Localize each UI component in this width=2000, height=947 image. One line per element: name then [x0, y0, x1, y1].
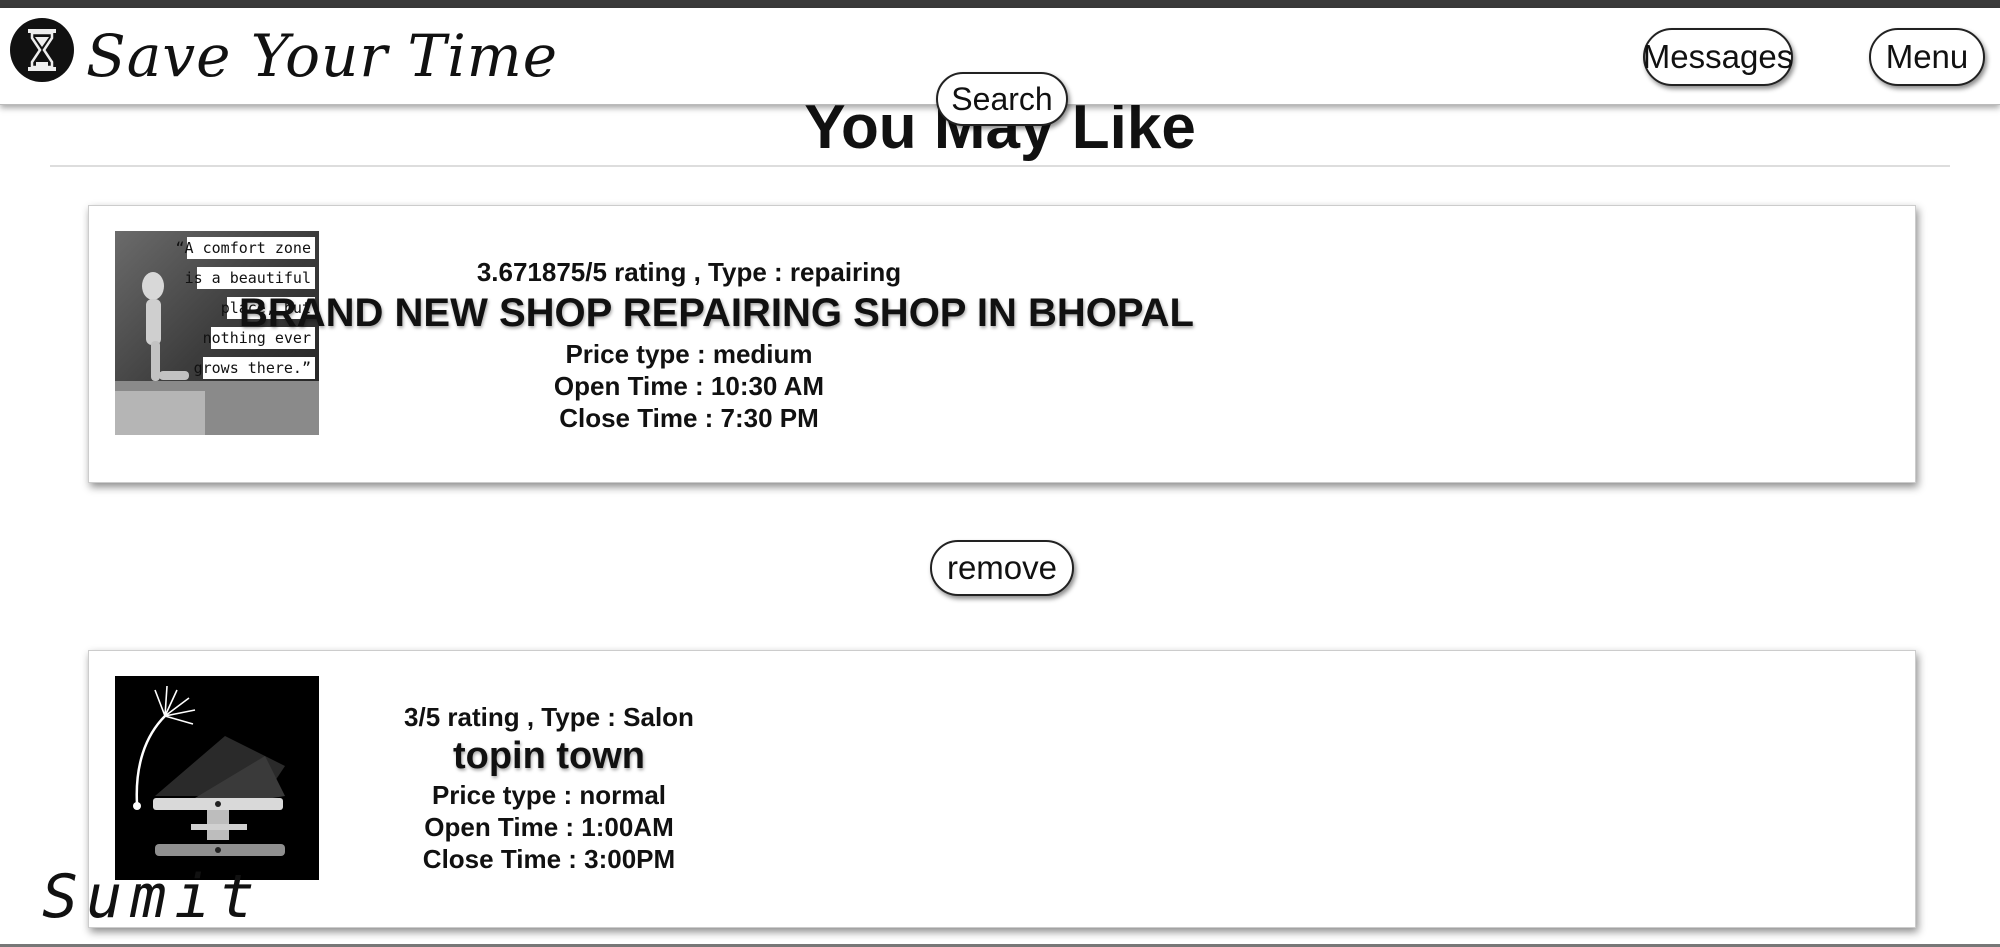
shop-card[interactable]: “A comfort zone is a beautiful place, bu…	[88, 205, 1916, 483]
shop-name[interactable]: topin town	[389, 733, 709, 779]
rating-type: 3/5 rating , Type : Salon	[404, 702, 694, 732]
open-time: Open Time : 10:30 AM	[553, 371, 825, 401]
remove-button[interactable]: remove	[930, 540, 1074, 596]
shop-info: 3.671875/5 rating , Type : repairing BRA…	[239, 256, 1194, 434]
shop-card[interactable]: 3/5 rating , Type : Salon topin town Pri…	[88, 650, 1916, 928]
shop-name[interactable]: BRAND NEW SHOP REPAIRING SHOP IN BHOPAL	[239, 288, 1194, 338]
quote-line: “A comfort zone	[176, 239, 311, 257]
shop-image	[115, 676, 319, 880]
rating-type: 3.671875/5 rating , Type : repairing	[476, 257, 902, 287]
brand-title[interactable]: Save Your Time	[86, 22, 558, 90]
quote-line: grows there.”	[194, 359, 311, 377]
close-time: Close Time : 3:00PM	[422, 844, 676, 874]
messages-button[interactable]: Messages	[1643, 28, 1793, 86]
heading-divider	[50, 165, 1950, 167]
price-type: Price type : normal	[431, 780, 667, 810]
price-type: Price type : medium	[565, 339, 813, 369]
open-time: Open Time : 1:00AM	[424, 812, 674, 842]
hourglass-icon[interactable]	[10, 18, 74, 82]
quote-line: is a beautiful	[185, 269, 311, 287]
top-strip	[0, 0, 2000, 8]
shop-info: 3/5 rating , Type : Salon topin town Pri…	[389, 701, 709, 875]
close-time: Close Time : 7:30 PM	[559, 403, 819, 433]
signature-text: Sumit	[42, 862, 263, 932]
search-button[interactable]: Search	[936, 72, 1068, 126]
menu-button[interactable]: Menu	[1869, 28, 1985, 86]
